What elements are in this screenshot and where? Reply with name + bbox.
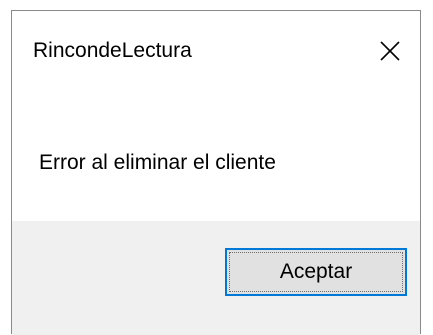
close-button[interactable] (368, 31, 412, 71)
close-icon (379, 40, 401, 62)
dialog-title: RincondeLectura (33, 39, 192, 62)
accept-button[interactable]: Aceptar (225, 248, 407, 296)
title-bar[interactable]: RincondeLectura (12, 11, 420, 89)
dialog-footer: Aceptar (12, 221, 420, 335)
accept-button-label: Aceptar (279, 260, 353, 283)
message-dialog: RincondeLectura Error al eliminar el cli… (11, 10, 421, 335)
dialog-content: Error al eliminar el cliente (12, 89, 420, 221)
error-message: Error al eliminar el cliente (39, 151, 276, 174)
